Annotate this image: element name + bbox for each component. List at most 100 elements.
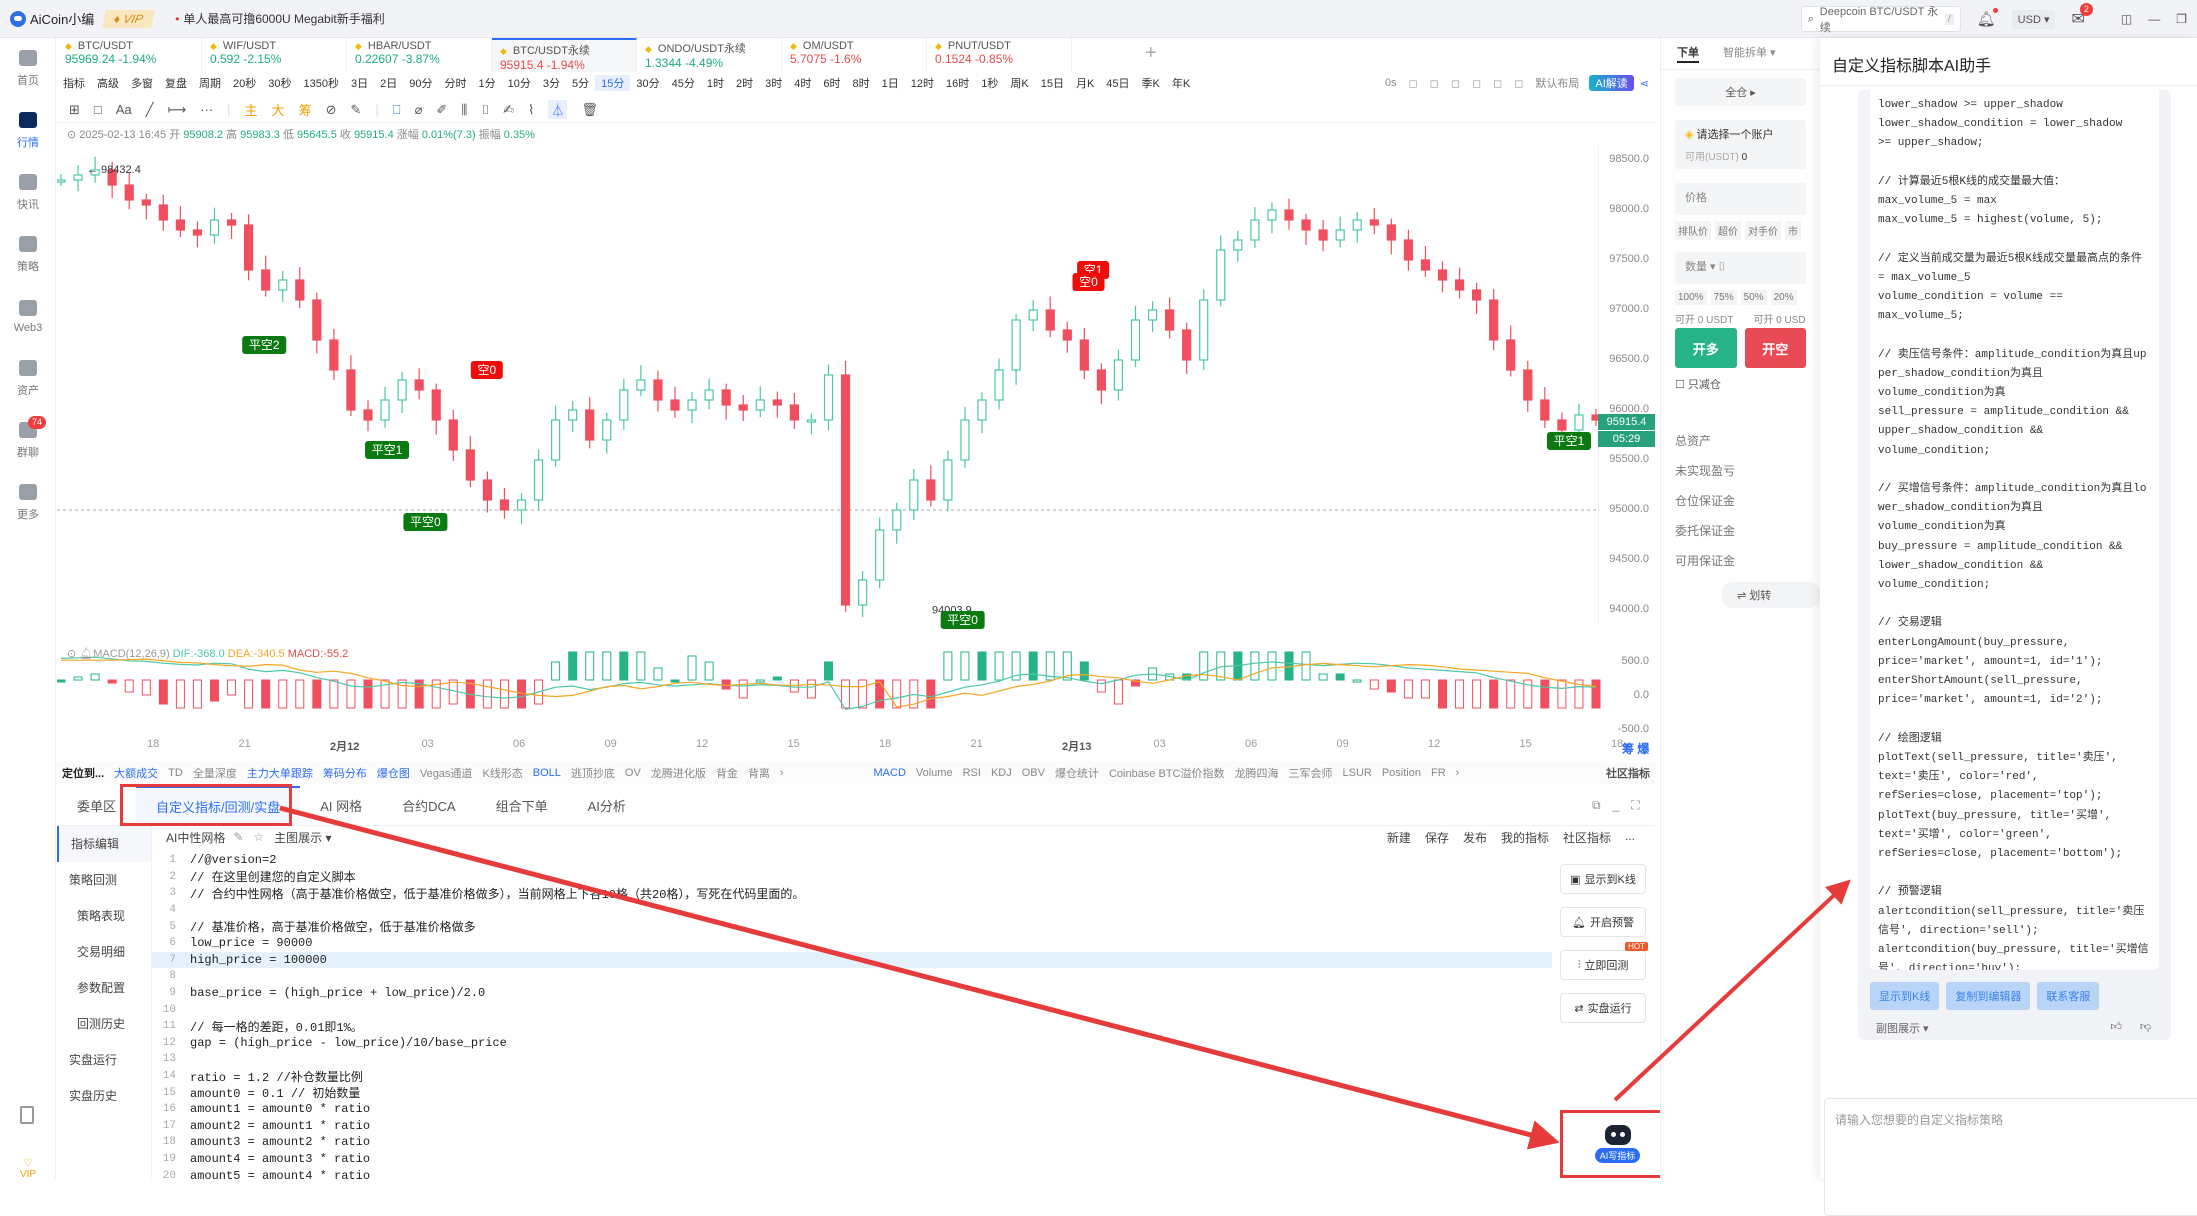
quote-tab[interactable]: OM/USDT5.7075 -1.6%: [782, 38, 927, 72]
side-item-策略表现[interactable]: 策略表现: [57, 898, 151, 934]
indicator-main-大额成交[interactable]: 大额成交: [109, 765, 163, 781]
camera-icon[interactable]: ◻: [1403, 77, 1424, 90]
quote-tab[interactable]: HBAR/USDT0.22607 -3.87%: [347, 38, 492, 72]
signal-label-short[interactable]: 空0: [1072, 273, 1105, 291]
code-line[interactable]: 7 high_price = 100000: [152, 951, 1552, 969]
signal-label-close-short[interactable]: 平空2: [242, 336, 287, 354]
clip-icon[interactable]: ⌇: [528, 102, 534, 118]
currency-select[interactable]: USD ▾: [2011, 9, 2056, 29]
price-axis[interactable]: 98500.0 98000.0 97500.0 97000.0 96500.0 96000…: [1598, 145, 1655, 625]
editor-btn-swap-icon[interactable]: ⇄ 实盘运行: [1560, 993, 1646, 1023]
price-input[interactable]: 价格: [1675, 183, 1806, 215]
period-1日[interactable]: 1日: [876, 75, 905, 91]
template-icon[interactable]: ◻: [1466, 77, 1487, 90]
indicator-sub-三军会师[interactable]: 三军会师: [1284, 765, 1338, 781]
vip-badge[interactable]: ♦ VIP: [102, 9, 156, 28]
period-分时[interactable]: 分时: [438, 75, 472, 91]
ruler-icon[interactable]: ⌀: [415, 102, 423, 118]
side-item-实盘运行[interactable]: 实盘运行: [57, 1042, 151, 1078]
layout-select[interactable]: 默认布局: [1529, 75, 1585, 91]
indicator-main-龙腾进化版[interactable]: 龙腾进化版: [646, 765, 711, 781]
period-6时[interactable]: 6时: [817, 75, 846, 91]
period-4时[interactable]: 4时: [788, 75, 817, 91]
code-editor[interactable]: 1//@version=2 2// 在这里创建您的自定义脚本 3// 合约中性网格（…: [152, 852, 1552, 1183]
pct-pill[interactable]: 100%: [1675, 290, 1707, 305]
period-10分[interactable]: 10分: [502, 75, 537, 91]
lock-icon[interactable]: ⌷: [481, 102, 489, 118]
bottom-tab-5[interactable]: AI分析: [568, 796, 646, 815]
indicator-sub-龙腾四海[interactable]: 龙腾四海: [1230, 765, 1284, 781]
line-tool-icon[interactable]: ╱: [146, 102, 154, 118]
popout-icon[interactable]: ◻: [1445, 77, 1466, 90]
period-45分[interactable]: 45分: [666, 75, 701, 91]
text-tool-icon[interactable]: Aa: [116, 102, 132, 117]
promo-banner[interactable]: • 单人最高可撸6000U Megabit新手福利: [175, 10, 385, 27]
indicator-main-逃顶抄底[interactable]: 逃顶抄底: [566, 765, 620, 781]
editor-btn-backtest-icon[interactable]: ⫶ 立即回测 HOT: [1560, 942, 1648, 980]
star-icon[interactable]: ☆: [253, 830, 264, 844]
ai-action-2[interactable]: 联系客服: [2037, 982, 2100, 1010]
editor-btn-chart-icon[interactable]: ▣ 显示到K线: [1560, 864, 1646, 894]
period-年K[interactable]: 年K: [1166, 75, 1196, 91]
period-30分[interactable]: 30分: [630, 75, 665, 91]
indicator-sub-Volume[interactable]: Volume: [911, 767, 958, 779]
code-line[interactable]: 12 gap = (high_price - low_price)/10/base…: [152, 1035, 1552, 1052]
period-3分[interactable]: 3分: [537, 75, 566, 91]
display-mode-select[interactable]: 主图展示 ▾: [274, 829, 331, 846]
big-tool[interactable]: 大: [272, 100, 285, 119]
side-item-策略回测[interactable]: 策略回测: [57, 862, 151, 898]
minimize-button[interactable]: —: [2148, 12, 2160, 26]
app-logo[interactable]: AiCoin小编: [10, 9, 94, 28]
community-indicators-link[interactable]: 社区指标: [1601, 765, 1655, 781]
main-tool[interactable]: 主: [245, 100, 258, 119]
sidebar-item-首页[interactable]: 首页: [0, 38, 56, 100]
code-line[interactable]: 16 amount1 = amount0 * ratio: [152, 1101, 1552, 1118]
period-12时[interactable]: 12时: [905, 75, 940, 91]
fullscreen-icon[interactable]: ◻: [1508, 77, 1529, 90]
pencil-icon[interactable]: ◻: [1424, 77, 1445, 90]
ai-action-0[interactable]: 显示到K线: [1870, 982, 1940, 1010]
quote-tab[interactable]: ONDO/USDT永续1.3344 -4.49%: [637, 38, 782, 72]
restore-button[interactable]: ❐: [2176, 12, 2187, 26]
editor-action-1[interactable]: 保存: [1425, 829, 1449, 846]
collapse-icon[interactable]: ⊙: [67, 129, 76, 141]
editor-action-2[interactable]: 发布: [1463, 829, 1487, 846]
popout-icon[interactable]: ⧉: [1592, 798, 1601, 813]
period-月K[interactable]: 月K: [1070, 75, 1100, 91]
add-tab-button[interactable]: +: [1145, 42, 1157, 65]
bottom-tab-3[interactable]: 合约DCA: [382, 796, 475, 815]
sidebar-item-群聊[interactable]: 群聊 74: [0, 410, 56, 472]
price-pill[interactable]: 对手价: [1745, 221, 1781, 240]
signal-label-close-short[interactable]: 平空0: [403, 513, 448, 531]
quote-tab[interactable]: BTC/USDT永续95915.4 -1.94%: [492, 38, 637, 72]
hline-tool-icon[interactable]: ⟼: [168, 102, 187, 118]
code-line[interactable]: 20 amount5 = amount4 * ratio: [152, 1167, 1552, 1184]
code-line[interactable]: 13: [152, 1051, 1552, 1068]
share-icon[interactable]: ⋖: [1634, 77, 1655, 90]
period-8时[interactable]: 8时: [846, 75, 875, 91]
code-line[interactable]: 14 ratio = 1.2 //补仓数量比例: [152, 1068, 1552, 1085]
code-line[interactable]: 5// 基准价格，高于基准价格做空，低于基准价格做多: [152, 918, 1552, 936]
indicator-sub-FR[interactable]: FR: [1426, 767, 1451, 779]
pen-icon[interactable]: ✐: [436, 102, 447, 118]
period-30秒[interactable]: 30秒: [262, 75, 297, 91]
quote-tab[interactable]: BTC/USDT95969.24 -1.94%: [57, 38, 202, 72]
pct-pill[interactable]: 75%: [1710, 290, 1737, 305]
rename-icon[interactable]: ✎: [233, 830, 243, 844]
indicator-sub-KDJ[interactable]: KDJ: [986, 767, 1017, 779]
indicator-main-K线形态[interactable]: K线形态: [477, 765, 527, 781]
edit-icon[interactable]: ✍: [503, 102, 514, 118]
quantity-input[interactable]: 数量 ▾ ⌷: [1675, 252, 1806, 284]
signal-label-close-short[interactable]: 平空1: [1546, 432, 1591, 450]
chevron-right-icon[interactable]: ›: [1451, 767, 1465, 779]
period-15日[interactable]: 15日: [1035, 75, 1070, 91]
search-input[interactable]: ⌕ Deepcoin BTC/USDT 永续 /: [1800, 6, 1961, 34]
pct-pill[interactable]: 20%: [1770, 290, 1797, 305]
indicator-sub-OBV[interactable]: OBV: [1017, 767, 1050, 779]
sidebar-item-资产[interactable]: 资产: [0, 348, 56, 410]
code-line[interactable]: 9 base_price = (high_price + low_price)/2…: [152, 985, 1552, 1002]
magnet-icon[interactable]: ⊘: [326, 102, 337, 118]
ai-generated-code[interactable]: lower_shadow >= upper_shadow lower_shado…: [1870, 90, 2159, 970]
code-line[interactable]: 11// 每一格的差距，0.01即1%。: [152, 1018, 1552, 1035]
indicator-main-主力大单跟踪[interactable]: 主力大单跟踪: [242, 765, 318, 781]
